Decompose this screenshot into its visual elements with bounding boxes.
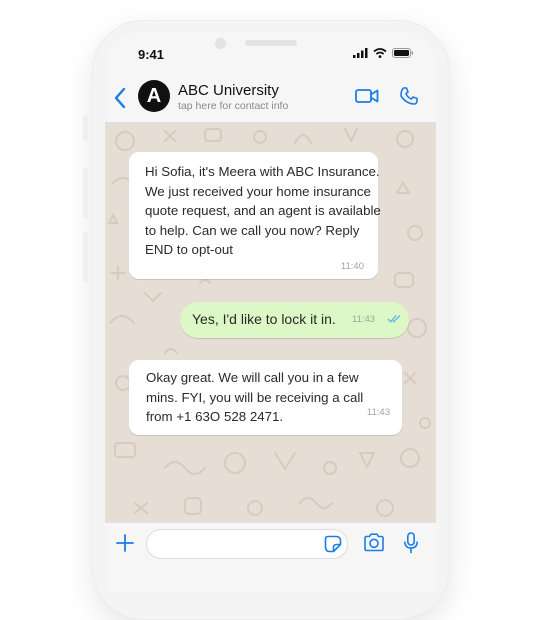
contact-info-hint[interactable]: tap here for contact info [178,100,288,112]
sticker-icon[interactable] [324,535,342,553]
chat-area[interactable]: Hi Sofia, it's Meera with ABC Insurance.… [105,123,436,522]
avatar[interactable]: A [138,80,170,112]
contact-name[interactable]: ABC University [178,82,279,99]
status-icons [353,48,414,58]
speaker-grille [245,40,297,46]
phone-side-button [83,168,88,218]
phone-icon[interactable] [399,86,419,106]
chevron-left-icon[interactable] [111,86,131,110]
video-call-icon[interactable] [355,87,379,105]
battery-icon [392,48,414,58]
phone-side-button [83,232,88,282]
wifi-icon [373,48,387,58]
status-time: 9:41 [138,47,165,62]
microphone-icon[interactable] [403,532,419,554]
phone-screen: 9:41 A ABC University tap here for conta… [105,32,436,592]
status-bar: 9:41 [105,32,436,74]
signal-icon [353,48,368,58]
message-bubble-incoming[interactable]: Hi Sofia, it's Meera with ABC Insurance.… [129,152,381,279]
double-check-icon [387,315,401,323]
phone-side-button [83,115,88,141]
message-bubble-incoming[interactable]: Okay great. We will call you in a few mi… [129,360,402,435]
front-camera [215,38,226,49]
message-bubble-outgoing[interactable]: Yes, I'd like to lock it in. 11:43 [180,302,409,338]
message-time: 11:43 [352,314,376,325]
camera-icon[interactable] [363,533,385,552]
plus-icon[interactable] [115,533,135,553]
message-input-bar [105,522,436,592]
message-time: 11:40 [340,261,364,272]
chat-header[interactable]: A ABC University tap here for contact in… [105,74,436,123]
message-time: 11:43 [366,407,390,418]
message-text: Okay great. We will call you in a few mi… [146,370,364,424]
message-text: Yes, I'd like to lock it in. [192,311,336,327]
message-input[interactable] [146,529,348,559]
message-text: Hi Sofia, it's Meera with ABC Insurance.… [145,164,381,257]
